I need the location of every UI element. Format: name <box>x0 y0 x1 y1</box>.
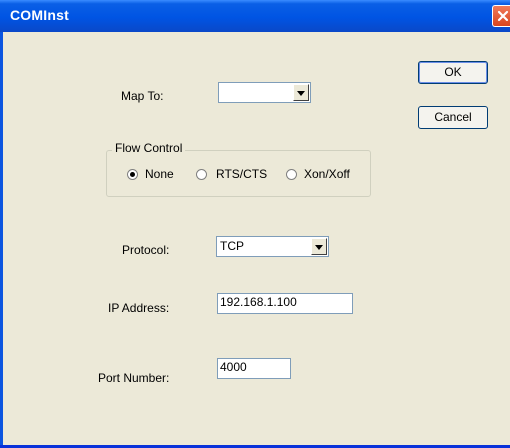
title-bar[interactable]: COMInst <box>0 0 510 32</box>
port-number-field[interactable]: 4000 <box>217 358 291 379</box>
chevron-down-icon[interactable] <box>293 84 309 101</box>
cancel-button[interactable]: Cancel <box>418 106 488 129</box>
close-icon <box>497 10 509 22</box>
radio-xon-xoff-label: Xon/Xoff <box>304 167 350 181</box>
radio-none-label: None <box>145 167 174 181</box>
protocol-dropdown[interactable]: TCP <box>216 236 329 257</box>
window-title: COMInst <box>10 7 69 23</box>
chevron-down-icon[interactable] <box>311 238 327 255</box>
flow-control-title: Flow Control <box>112 141 186 155</box>
close-button[interactable] <box>492 5 510 27</box>
radio-rts-cts[interactable] <box>196 169 207 180</box>
protocol-value: TCP <box>220 239 244 253</box>
protocol-label: Protocol: <box>122 243 170 257</box>
port-number-label: Port Number: <box>98 371 170 385</box>
radio-xon-xoff[interactable] <box>286 169 297 180</box>
ip-address-label: IP Address: <box>108 301 170 315</box>
map-to-dropdown[interactable] <box>218 82 311 103</box>
radio-rts-cts-label: RTS/CTS <box>216 167 268 181</box>
ok-button[interactable]: OK <box>418 61 488 84</box>
map-to-label: Map To: <box>121 89 164 103</box>
radio-none[interactable] <box>127 169 138 180</box>
ip-address-field[interactable]: 192.168.1.100 <box>217 293 353 314</box>
